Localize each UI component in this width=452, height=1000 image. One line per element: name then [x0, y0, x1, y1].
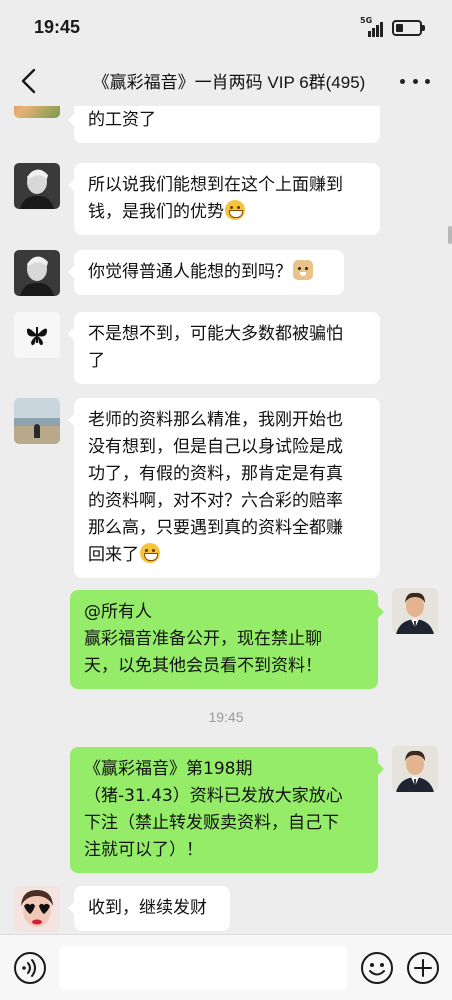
message-text-line: 不是想不到，可能大多数都被骗怕 [88, 324, 343, 344]
grin-emoji-icon [225, 200, 245, 220]
signal-icon: 5G [360, 16, 386, 37]
avatar-man-bw[interactable] [14, 250, 60, 296]
message-bubble[interactable]: @所有人赢彩福音准备公开，现在禁止聊 天，以免其他会员看不到资料！ [70, 590, 384, 689]
message-text-line: 下注（禁止转发贩卖资料，自己下 [84, 813, 339, 833]
message-bubble[interactable]: 你觉得普通人能想的到吗？ [68, 250, 344, 295]
message-text-line: 《赢彩福音》第198期 [84, 759, 253, 779]
message-text-line: 了 [88, 351, 105, 371]
avatar-man-suit[interactable] [392, 746, 438, 792]
message-text-line: 天，以免其他会员看不到资料！ [84, 656, 322, 676]
input-bar [0, 934, 452, 1000]
message-text-line: 功了，有假的资料，那肯定是有真 [88, 464, 343, 484]
grin-emoji-icon [140, 543, 160, 563]
message-bubble[interactable]: 收到，继续发财 [68, 886, 230, 931]
message-text-line: 没有想到，但是自己以身试险是成 [88, 437, 343, 457]
message-timestamp: 19:45 [208, 709, 244, 725]
message-text-line: 赢彩福音准备公开，现在禁止聊 [84, 629, 322, 649]
avatar-man-suit[interactable] [392, 588, 438, 634]
message-text-line: （猪-31.43）资料已发放大家放心 [84, 786, 343, 806]
message-text-line: 收到，继续发财 [88, 898, 207, 918]
emoji-face-icon[interactable] [360, 951, 394, 985]
message-text-line: 所以说我们能想到在这个上面赚到 [88, 175, 343, 195]
message-text-line: 那么高，只要遇到真的资料全都赚 [88, 518, 343, 538]
message-text-line: 你觉得普通人能想的到吗？ [88, 259, 330, 286]
scrollbar[interactable] [448, 226, 452, 244]
avatar-woman-heart-glasses[interactable] [14, 886, 60, 932]
plus-circle-icon[interactable] [406, 951, 440, 985]
message-bubble[interactable]: 不是想不到，可能大多数都被骗怕了 [68, 312, 380, 384]
message-input[interactable] [59, 946, 347, 990]
status-time: 19:45 [34, 17, 81, 37]
more-dots-icon[interactable] [400, 66, 430, 96]
network-type: 5G [360, 16, 373, 25]
avatar-man-bw[interactable] [14, 163, 60, 209]
chat-header: 《赢彩福音》一肖两码 VIP 6群(495) [0, 56, 452, 106]
message-text-line: 注就可以了）！ [84, 840, 203, 860]
message-bubble[interactable]: 《赢彩福音》第198期 （猪-31.43）资料已发放大家放心 下注（禁止转发贩卖资料… [70, 747, 384, 873]
message-text-line: 老师的资料那么精准，我刚开始也 [88, 410, 343, 430]
avatar-food-photo[interactable] [14, 106, 60, 118]
status-indicators: 5G [360, 16, 425, 38]
message-bubble[interactable]: 老师的资料那么精准，我刚开始也 没有想到，但是自己以身试险是成 功了，有假的资料，那… [68, 398, 380, 578]
message-text-line: 的工资了 [88, 110, 156, 130]
message-text-line: @所有人 [84, 602, 152, 622]
message-bubble[interactable]: 的工资了 [68, 106, 380, 143]
message-text-line: 钱，是我们的优势 [88, 199, 366, 226]
doge-emoji-icon [293, 260, 313, 280]
message-list[interactable]: 的工资了 所以说我们能想到在这个上面赚到钱，是我们的优势 你觉得普通人能想的到吗… [0, 106, 452, 934]
chevron-left-icon[interactable] [14, 64, 48, 98]
status-bar: 19:45 5G [0, 0, 452, 56]
battery-icon [392, 20, 425, 36]
chat-title: 《赢彩福音》一肖两码 VIP 6群(495) [92, 73, 366, 92]
voice-icon[interactable] [13, 951, 47, 985]
message-text-line: 的资料啊，对不对？六合彩的赔率 [88, 491, 343, 511]
avatar-butterfly[interactable] [14, 312, 60, 358]
avatar-beach[interactable] [14, 398, 60, 444]
message-bubble[interactable]: 所以说我们能想到在这个上面赚到钱，是我们的优势 [68, 163, 380, 235]
message-text-line: 回来了 [88, 542, 366, 569]
